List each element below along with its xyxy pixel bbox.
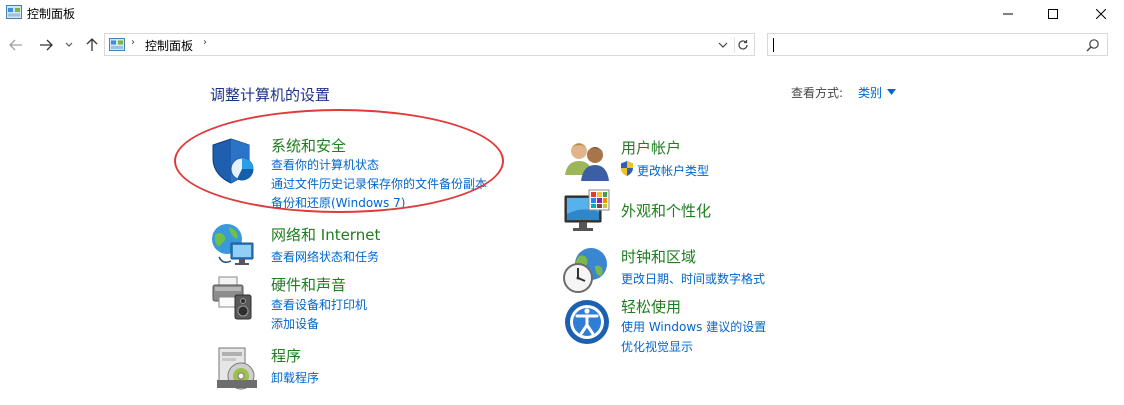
monitor-palette-icon[interactable]: [563, 188, 611, 236]
search-input[interactable]: [767, 33, 1108, 56]
category-system-security[interactable]: 系统和安全: [271, 135, 346, 156]
category-appearance-personalization[interactable]: 外观和个性化: [621, 200, 711, 221]
category-hardware-sound[interactable]: 硬件和声音: [271, 274, 346, 295]
maximize-button[interactable]: [1030, 0, 1076, 28]
minimize-button[interactable]: [985, 0, 1031, 28]
arrow-up-icon: [86, 38, 98, 51]
view-by-label: 查看方式:: [791, 86, 844, 100]
arrow-right-icon: [40, 39, 53, 51]
view-by-dropdown[interactable]: 类别: [858, 84, 882, 101]
maximize-icon: [1048, 9, 1058, 19]
shield-icon[interactable]: [209, 137, 257, 185]
link-change-date-time-format[interactable]: 更改日期、时间或数字格式: [621, 270, 765, 287]
dropdown-arrow-icon[interactable]: [887, 89, 896, 95]
title-bar: 控制面板: [0, 0, 1124, 28]
category-programs[interactable]: 程序: [271, 345, 301, 366]
search-icon[interactable]: [1086, 38, 1100, 52]
chevron-down-icon: [65, 42, 73, 47]
network-globe-icon[interactable]: [209, 221, 257, 269]
link-optimize-visual-display[interactable]: 优化视觉显示: [621, 338, 693, 355]
category-ease-of-access[interactable]: 轻松使用: [621, 296, 681, 317]
address-bar[interactable]: › 控制面板 ›: [104, 33, 755, 56]
forward-button[interactable]: [36, 33, 56, 57]
link-devices-printers[interactable]: 查看设备和打印机: [271, 296, 367, 313]
back-button[interactable]: [6, 33, 26, 57]
breadcrumb-separator[interactable]: ›: [203, 37, 207, 48]
text-caret: [773, 38, 774, 52]
breadcrumb-separator[interactable]: ›: [131, 37, 135, 48]
refresh-icon: [737, 40, 748, 50]
link-backup-restore[interactable]: 备份和还原(Windows 7): [271, 194, 405, 211]
up-button[interactable]: [82, 33, 102, 57]
close-icon: [1096, 9, 1106, 19]
arrow-left-icon: [9, 39, 22, 51]
page-title: 调整计算机的设置: [210, 86, 331, 104]
uac-shield-icon: [621, 161, 633, 176]
control-panel-icon: [109, 38, 125, 51]
link-add-device[interactable]: 添加设备: [271, 315, 319, 332]
minimize-icon: [1003, 13, 1013, 15]
link-view-computer-status[interactable]: 查看你的计算机状态: [271, 156, 379, 173]
printer-speaker-icon[interactable]: [209, 273, 257, 321]
link-uninstall-program[interactable]: 卸载程序: [271, 369, 319, 386]
window-title: 控制面板: [27, 7, 76, 21]
breadcrumb-control-panel[interactable]: 控制面板: [145, 37, 193, 54]
close-button[interactable]: [1078, 0, 1124, 28]
clock-globe-icon[interactable]: [561, 246, 609, 294]
link-file-history-backup[interactable]: 通过文件历史记录保存你的文件备份副本: [271, 175, 487, 192]
category-network-internet[interactable]: 网络和 Internet: [271, 224, 380, 245]
users-icon[interactable]: [563, 137, 611, 185]
chevron-down-icon: [718, 42, 728, 48]
category-clock-region[interactable]: 时钟和区域: [621, 246, 696, 267]
ease-of-access-icon[interactable]: [563, 298, 611, 346]
category-user-accounts[interactable]: 用户帐户: [621, 137, 681, 158]
link-change-account-type[interactable]: 更改帐户类型: [637, 162, 709, 179]
control-panel-icon: [6, 5, 22, 19]
link-windows-suggested-settings[interactable]: 使用 Windows 建议的设置: [621, 318, 766, 335]
programs-disk-icon[interactable]: [213, 344, 261, 392]
recent-locations-button[interactable]: [62, 33, 76, 57]
link-network-status[interactable]: 查看网络状态和任务: [271, 248, 379, 265]
address-dropdown-button[interactable]: [716, 38, 730, 52]
refresh-button[interactable]: [734, 37, 750, 53]
